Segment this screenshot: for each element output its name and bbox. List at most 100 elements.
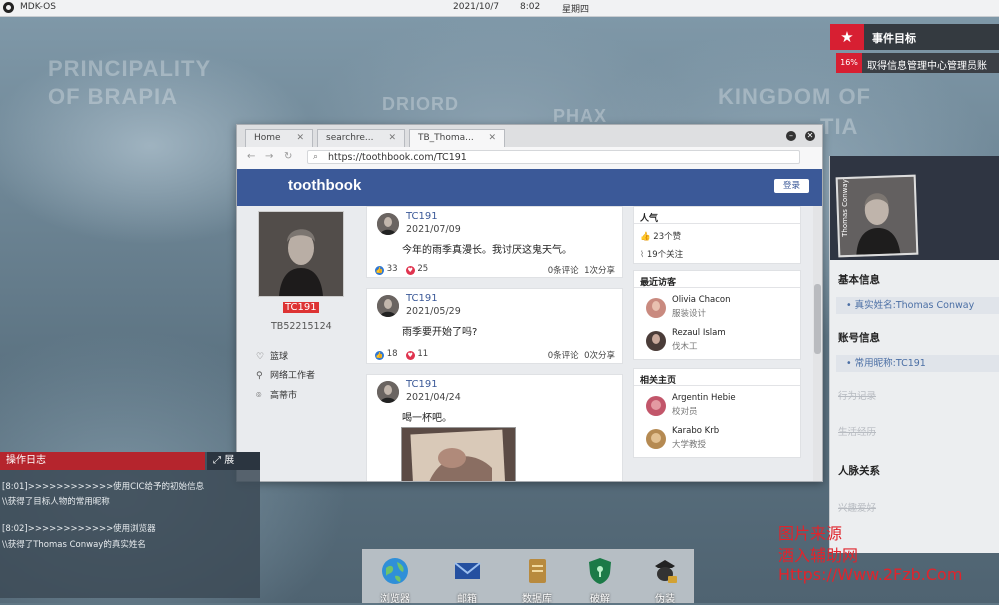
close-tab-icon[interactable]: ✕ (488, 133, 496, 143)
real-name-item[interactable]: • 真实姓名:Thomas Conway (836, 297, 999, 314)
page-scrollbar[interactable] (813, 206, 822, 481)
related-name[interactable]: Argentin Hebie (672, 393, 736, 403)
visitor-role: 伐木工 (672, 342, 698, 352)
watermark-line: Https://Www.2Fzb.Com (778, 565, 963, 584)
mail-icon (454, 562, 481, 579)
forward-icon[interactable]: → (265, 151, 273, 162)
like-count: 18 (386, 349, 398, 359)
minimize-icon[interactable]: – (786, 131, 796, 141)
hobbies-item: 兴趣爱好 (838, 503, 877, 514)
visitor-name[interactable]: Rezaul Islam (672, 328, 726, 338)
close-tab-icon[interactable]: ✕ (388, 133, 396, 143)
operation-log-title: 操作日志 (0, 452, 205, 470)
post-author[interactable]: TC191 (406, 293, 438, 304)
profile-info-item: ⌾ 高蒂市 (256, 388, 297, 401)
shield-icon (589, 558, 611, 584)
post-date: 2021/05/29 (406, 306, 461, 317)
likes-text: 23个赞 (653, 232, 682, 242)
close-window-icon[interactable]: ✕ (805, 131, 815, 141)
site-logo[interactable]: toothbook (288, 177, 361, 194)
target-hero: Thomas Conway (830, 156, 999, 260)
love-count: 11 (417, 349, 429, 359)
post-author-avatar[interactable] (377, 381, 399, 403)
related-role: 大学教授 (672, 440, 707, 450)
search-icon: ⌕ (313, 152, 319, 162)
target-vertical-name: Thomas Conway (840, 179, 849, 237)
related-avatar[interactable] (646, 429, 666, 449)
log-line: [8:01]>>>>>>>>>>>>使用CIC给予的初始信息 (2, 482, 205, 492)
related-pages-card: 相关主页 Argentin Hebie 校对员 Karabo Krb 大学教授 (633, 368, 801, 458)
related-avatar[interactable] (646, 396, 666, 416)
post-author-avatar[interactable] (377, 213, 399, 235)
address-bar: ← → ↻ ⌕ https://toothbook.com/TC191 (237, 147, 822, 170)
related-role: 校对员 (672, 407, 698, 417)
like-icon[interactable]: 👍 (375, 266, 384, 275)
divider (634, 385, 800, 386)
love-icon[interactable]: ♥ (405, 351, 415, 360)
share-count[interactable]: 0次分享 (584, 351, 615, 361)
tie-icon: ⚲ (256, 371, 263, 381)
post-author-avatar[interactable] (377, 295, 399, 317)
comment-count[interactable]: 0条评论 (548, 351, 579, 361)
profile-info-item: ⚲ 网络工作者 (256, 368, 315, 381)
post-card: TC191 2021/07/09 今年的雨季真漫长。我讨厌这鬼天气。 👍 33 … (366, 206, 623, 278)
url-input[interactable]: ⌕ https://toothbook.com/TC191 (307, 150, 800, 164)
post-photo[interactable] (401, 427, 516, 481)
tab-label: searchre... (326, 133, 374, 143)
app-dock: 浏览器 邮箱 数据库 破解 伪装 (362, 549, 695, 605)
expand-label: 展 (224, 455, 235, 466)
love-icon[interactable]: ♥ (405, 266, 415, 275)
browser-window: Home ✕ searchre... ✕ TB_Thoma... ✕ – ✕ ←… (236, 124, 823, 482)
dock-mail[interactable]: 邮箱 (437, 550, 497, 605)
share-count[interactable]: 1次分享 (584, 266, 615, 276)
dock-browser[interactable]: 浏览器 (365, 550, 425, 605)
event-goal-header: ★ 事件目标 (830, 24, 999, 50)
behavior-record-item: 行为记录 (838, 391, 877, 402)
profile-avatar[interactable] (258, 211, 344, 297)
divider (634, 223, 800, 224)
tab-profile[interactable]: TB_Thoma... ✕ (409, 129, 505, 147)
nickname-item[interactable]: • 常用昵称:TC191 (836, 355, 999, 372)
visitor-avatar[interactable] (646, 298, 666, 318)
map-label: TIA (820, 114, 859, 139)
date-display: 2021/10/7 (453, 2, 500, 12)
profile-id: TB52215124 (271, 321, 332, 332)
event-goal-row: 16% 取得信息管理中心管理员账 (836, 53, 999, 73)
log-line: \\获得了目标人物的常用昵称 (2, 497, 110, 507)
dock-crack[interactable]: 破解 (570, 550, 630, 605)
related-name[interactable]: Karabo Krb (672, 426, 719, 436)
post-author[interactable]: TC191 (406, 379, 438, 390)
tab-home[interactable]: Home ✕ (245, 129, 313, 147)
tab-search[interactable]: searchre... ✕ (317, 129, 405, 147)
dock-disguise[interactable]: 伪装 (635, 550, 695, 605)
visitor-avatar[interactable] (646, 331, 666, 351)
post-date: 2021/04/24 (406, 392, 461, 403)
close-tab-icon[interactable]: ✕ (296, 133, 304, 143)
popularity-follows: ⌇ 19个关注 (640, 248, 683, 260)
post-feed: TC191 2021/07/09 今年的雨季真漫长。我讨厌这鬼天气。 👍 33 … (366, 206, 623, 481)
comment-count[interactable]: 0条评论 (548, 266, 579, 276)
globe-icon (382, 558, 408, 584)
visitor-name[interactable]: Olivia Chacon (672, 295, 731, 305)
disguise-icon (655, 560, 677, 583)
event-goal-panel[interactable]: ★ 事件目标 16% 取得信息管理中心管理员账 (830, 24, 999, 78)
post-author[interactable]: TC191 (406, 211, 438, 222)
time-display: 8:02 (520, 2, 541, 12)
map-label: PRINCIPALITY (48, 56, 212, 81)
post-text: 喝一杯吧。 (402, 413, 452, 424)
relations-title: 人脉关系 (838, 465, 880, 477)
post-text: 雨季要开始了吗? (402, 327, 478, 338)
dock-database[interactable]: 数据库 (507, 550, 567, 605)
love-count: 25 (417, 264, 429, 274)
reload-icon[interactable]: ↻ (284, 151, 292, 162)
expand-log-button[interactable]: ⤢ 展 (207, 452, 260, 470)
popularity-card: 人气 👍 23个赞 ⌇ 19个关注 (633, 206, 801, 264)
target-profile-panel: Thomas Conway 基本信息 • 真实姓名:Thomas Conway … (829, 156, 999, 553)
scrollbar-thumb[interactable] (814, 284, 821, 354)
back-icon[interactable]: ← (247, 151, 255, 162)
rss-icon: ⌇ (640, 250, 645, 260)
post-card: TC191 2021/05/29 雨季要开始了吗? 👍 18 ♥ 11 0条评论… (366, 288, 623, 364)
map-label: KINGDOM OF (718, 84, 871, 109)
login-button[interactable]: 登录 (774, 179, 809, 193)
like-icon[interactable]: 👍 (375, 351, 384, 360)
